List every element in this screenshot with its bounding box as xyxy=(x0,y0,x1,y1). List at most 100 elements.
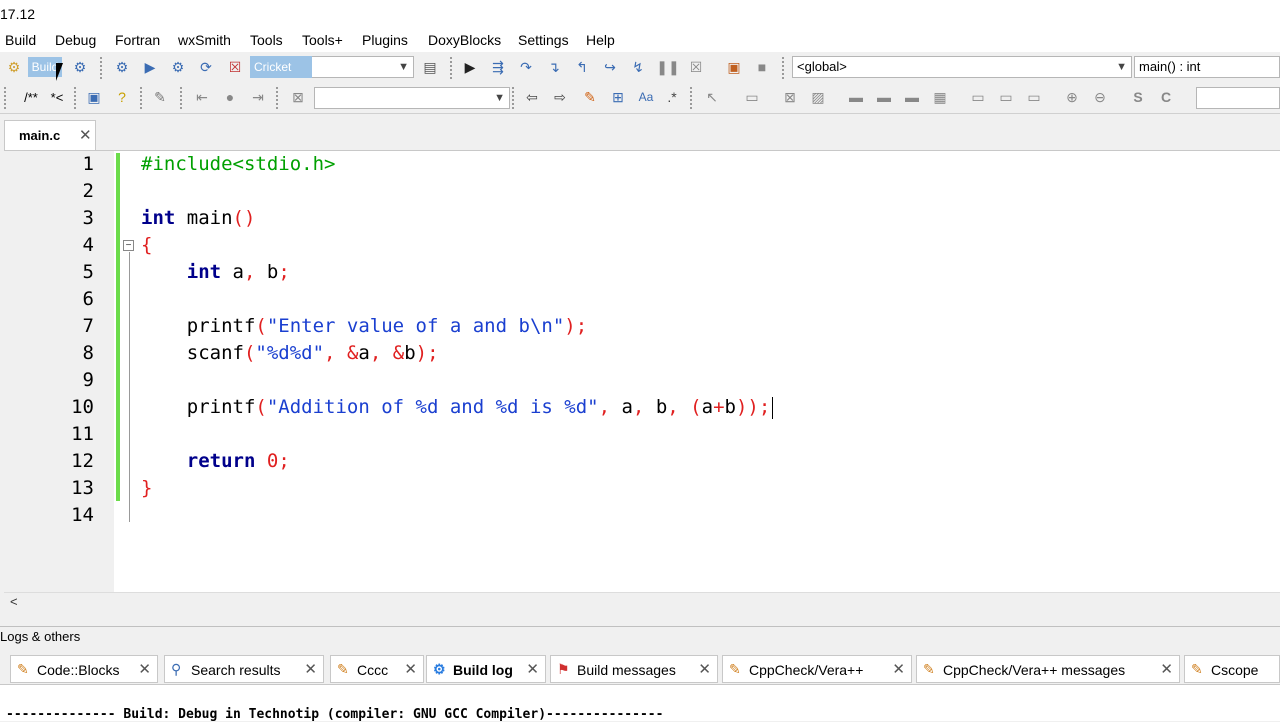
toolbar-grip[interactable] xyxy=(276,87,282,109)
toolbar-grip[interactable] xyxy=(782,57,788,79)
rectangle-icon[interactable]: ▭ xyxy=(742,87,762,107)
menu-help[interactable]: Help xyxy=(586,32,615,48)
menu-plugins[interactable]: Plugins xyxy=(362,32,408,48)
clear-icon[interactable]: ⊠ xyxy=(288,87,308,107)
tab-cscope[interactable]: ✎ Cscope xyxy=(1184,655,1280,683)
tab-cppcheck-vera[interactable]: ✎ CppCheck/Vera++ ✕ xyxy=(722,655,912,683)
close-icon[interactable]: ✕ xyxy=(1160,660,1173,678)
document-icon: ✎ xyxy=(1191,661,1203,677)
toolbar-search-field[interactable] xyxy=(1196,87,1280,109)
menu-build[interactable]: Build xyxy=(5,32,36,48)
toolbar-grip[interactable] xyxy=(512,87,518,109)
run-to-cursor-icon[interactable]: ⇶ xyxy=(488,57,508,77)
chevron-down-icon: ▼ xyxy=(398,61,409,73)
tab-cccc[interactable]: ✎ Cccc ✕ xyxy=(330,655,424,683)
debug-start-icon[interactable]: ▶ xyxy=(460,57,480,77)
toolbar-grip[interactable] xyxy=(180,87,186,109)
step-instruction-icon[interactable]: ↯ xyxy=(628,57,648,77)
bookmark-icon[interactable]: ● xyxy=(220,87,240,107)
horizontal-scrollbar[interactable]: < xyxy=(4,592,1280,611)
image-icon[interactable]: ▨ xyxy=(808,87,828,107)
help-icon[interactable]: ? xyxy=(112,87,132,107)
tab-main-c[interactable]: main.c ✕ xyxy=(4,120,96,150)
step-into-icon[interactable]: ↴ xyxy=(544,57,564,77)
align-icon[interactable]: ▬ xyxy=(846,87,866,107)
frame-3-icon[interactable]: ▭ xyxy=(1024,87,1044,107)
build-target-select[interactable]: Cricket xyxy=(250,56,312,78)
rebuild-icon[interactable]: ⟳ xyxy=(196,57,216,77)
align-center-icon[interactable]: ▬ xyxy=(874,87,894,107)
play-icon[interactable]: ▶ xyxy=(140,57,160,77)
close-icon[interactable]: ✕ xyxy=(698,660,711,678)
info-icon[interactable]: ■ xyxy=(752,57,772,77)
step-out-icon[interactable]: ↰ xyxy=(572,57,592,77)
close-icon[interactable]: ✕ xyxy=(304,660,317,678)
jump-back-icon[interactable]: ⇤ xyxy=(192,87,212,107)
arrow-left-icon[interactable]: ⇦ xyxy=(522,87,542,107)
code-editor[interactable]: 1 2 3 4 5 6 7 8 9 10 11 12 13 14 − #incl… xyxy=(4,150,1280,593)
wrench-icon[interactable]: ✎ xyxy=(150,87,170,107)
comment-button[interactable]: /** xyxy=(18,87,44,107)
box-icon[interactable]: ⊠ xyxy=(780,87,800,107)
fold-collapse-icon[interactable]: − xyxy=(123,240,134,251)
regex-icon[interactable]: .* xyxy=(662,87,682,107)
toolbar-grip[interactable] xyxy=(140,87,146,109)
pointer-icon[interactable]: ↖ xyxy=(702,87,722,107)
menu-doxyblocks[interactable]: DoxyBlocks xyxy=(428,32,501,48)
highlight-icon[interactable]: ✎ xyxy=(580,87,600,107)
toolbar-grip[interactable] xyxy=(4,87,10,109)
jump-forward-icon[interactable]: ⇥ xyxy=(248,87,268,107)
pause-icon[interactable]: ❚❚ xyxy=(656,57,679,77)
doxywizard-icon[interactable]: ▣ xyxy=(84,87,104,107)
debug-windows-icon[interactable]: ▣ xyxy=(724,57,744,77)
show-target-icon[interactable]: ▤ xyxy=(420,57,440,77)
menu-settings[interactable]: Settings xyxy=(518,32,569,48)
close-icon[interactable]: ✕ xyxy=(892,660,905,678)
build-gear-icon[interactable]: ⚙ xyxy=(4,57,24,77)
close-icon[interactable]: ✕ xyxy=(526,660,539,678)
c-icon[interactable]: C xyxy=(1156,87,1176,107)
grid-icon[interactable]: ▦ xyxy=(930,87,950,107)
build-target-dropdown[interactable]: ▼ xyxy=(312,56,414,78)
build-run-icon[interactable]: ⚙ xyxy=(168,57,188,77)
function-select[interactable]: main() : int xyxy=(1134,56,1280,78)
frame-icon[interactable]: ▭ xyxy=(968,87,988,107)
tab-search-results[interactable]: ⚲ Search results ✕ xyxy=(164,655,324,683)
close-icon[interactable]: ✕ xyxy=(404,660,417,678)
close-icon[interactable]: ✕ xyxy=(79,126,92,144)
toolbar-grip[interactable] xyxy=(690,87,696,109)
s-icon[interactable]: S xyxy=(1128,87,1148,107)
abort-icon[interactable]: ☒ xyxy=(225,57,245,77)
stop-icon[interactable]: ☒ xyxy=(686,57,706,77)
search-combo[interactable]: ▼ xyxy=(314,87,510,109)
scope-select[interactable]: <global> ▼ xyxy=(792,56,1132,78)
line-number-gutter: 1 2 3 4 5 6 7 8 9 10 11 12 13 14 xyxy=(4,151,114,593)
tab-cppcheck-vera-messages[interactable]: ✎ CppCheck/Vera++ messages ✕ xyxy=(916,655,1180,683)
zoom-in-icon[interactable]: ⊕ xyxy=(1062,87,1082,107)
menu-fortran[interactable]: Fortran xyxy=(115,32,160,48)
menu-debug[interactable]: Debug xyxy=(55,32,96,48)
next-line-icon[interactable]: ↷ xyxy=(516,57,536,77)
menu-wxsmith[interactable]: wxSmith xyxy=(178,32,231,48)
toolbar-grip[interactable] xyxy=(100,57,106,79)
toolbar-grip[interactable] xyxy=(450,57,456,79)
function-value: main() : int xyxy=(1139,59,1201,74)
scroll-left-icon[interactable]: < xyxy=(10,594,18,609)
text-case-icon[interactable]: Aa xyxy=(636,87,656,107)
frame-2-icon[interactable]: ▭ xyxy=(996,87,1016,107)
menu-tools-plus[interactable]: Tools+ xyxy=(302,32,343,48)
uncomment-button[interactable]: *< xyxy=(46,87,68,107)
toolbar-grip[interactable] xyxy=(74,87,80,109)
zoom-out-icon[interactable]: ⊖ xyxy=(1090,87,1110,107)
select-icon[interactable]: ⊞ xyxy=(608,87,628,107)
menu-tools[interactable]: Tools xyxy=(250,32,283,48)
run-icon[interactable]: ⚙ xyxy=(70,57,90,77)
tab-build-log[interactable]: ⚙ Build log ✕ xyxy=(426,655,546,683)
tab-build-messages[interactable]: ⚑ Build messages ✕ xyxy=(550,655,718,683)
next-instruction-icon[interactable]: ↪ xyxy=(600,57,620,77)
tab-codeblocks[interactable]: ✎ Code::Blocks ✕ xyxy=(10,655,158,683)
settings-gear-icon[interactable]: ⚙ xyxy=(112,57,132,77)
close-icon[interactable]: ✕ xyxy=(138,660,151,678)
arrow-right-icon[interactable]: ⇨ xyxy=(550,87,570,107)
align-bottom-icon[interactable]: ▬ xyxy=(902,87,922,107)
